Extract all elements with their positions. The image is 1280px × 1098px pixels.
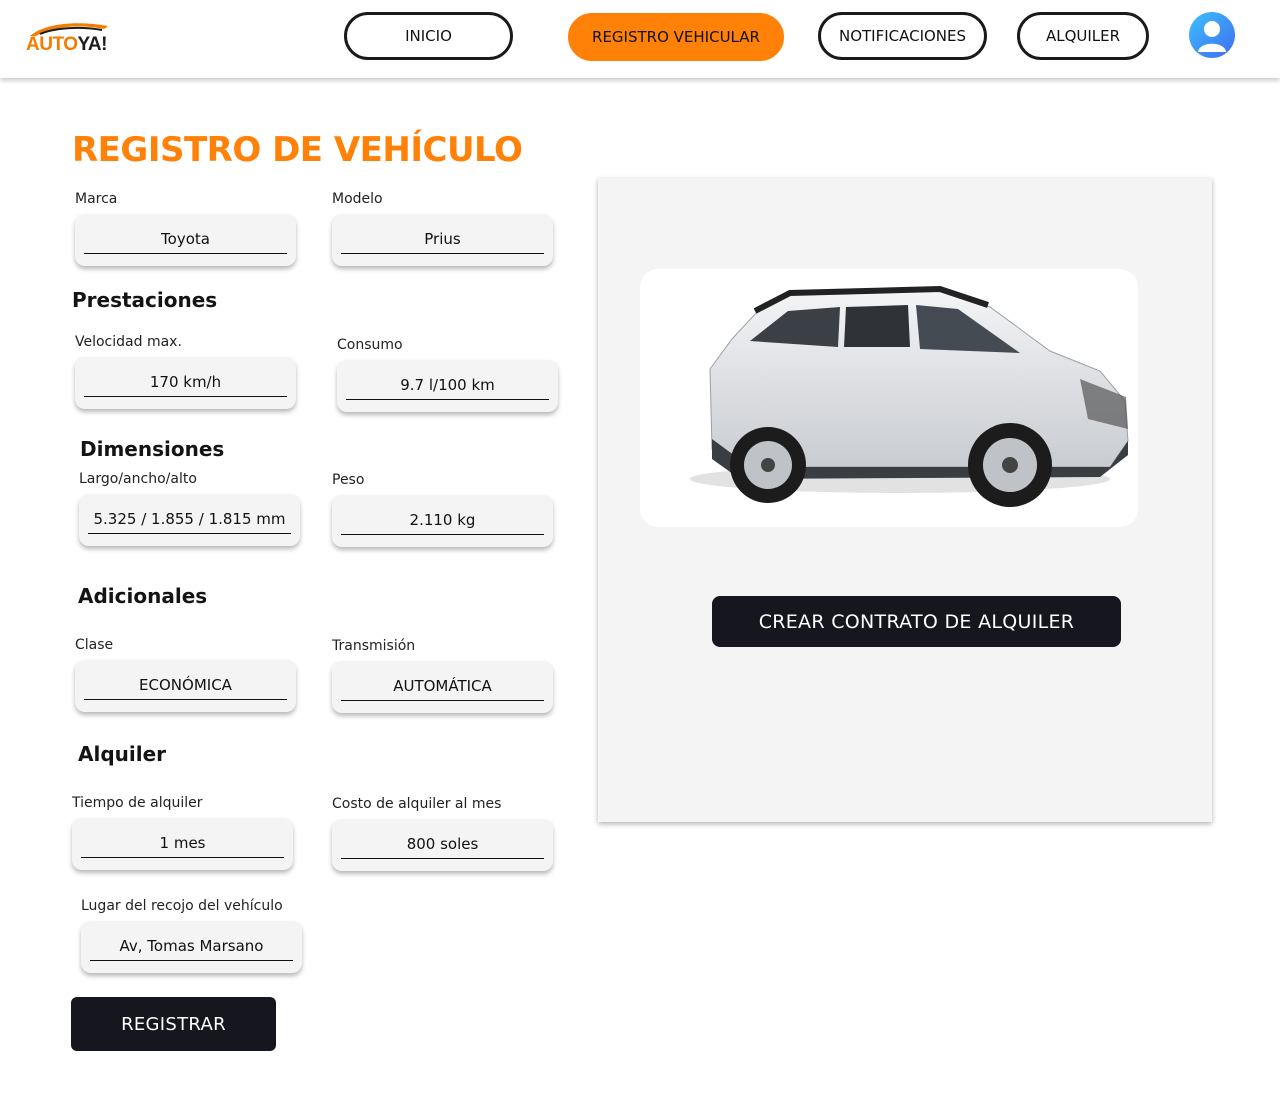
field-underline: [346, 399, 549, 400]
crear-contrato-button[interactable]: CREAR CONTRATO DE ALQUILER: [712, 596, 1121, 647]
field-underline: [341, 700, 544, 701]
largo-label: Largo/ancho/alto: [79, 471, 197, 487]
largo-field[interactable]: 5.325 / 1.855 / 1.815 mm: [79, 494, 300, 546]
transmision-select[interactable]: AUTOMÁTICA: [332, 661, 553, 713]
velocidad-label: Velocidad max.: [75, 334, 182, 350]
adicionales-heading: Adicionales: [78, 584, 208, 608]
top-navbar: AUTOYA! INICIO REGISTRO VEHICULAR NOTIFI…: [0, 0, 1280, 78]
logo-text-secondary: YA!: [77, 34, 107, 55]
modelo-field[interactable]: Prius: [332, 214, 553, 266]
vehicle-image-card: [640, 269, 1138, 527]
tiempo-field[interactable]: 1 mes: [72, 818, 293, 870]
nav-registro-vehicular-button[interactable]: REGISTRO VEHICULAR: [568, 13, 784, 61]
tiempo-label: Tiempo de alquiler: [72, 795, 203, 811]
nav-inicio-button[interactable]: INICIO: [344, 12, 513, 60]
consumo-field[interactable]: 9.7 l/100 km: [337, 360, 558, 412]
transmision-label: Transmisión: [332, 638, 416, 654]
costo-field[interactable]: 800 soles: [332, 819, 553, 871]
marca-label: Marca: [75, 191, 118, 207]
modelo-value: Prius: [424, 230, 461, 248]
velocidad-field[interactable]: 170 km/h: [75, 357, 296, 409]
logo-text-primary: AUTO: [26, 34, 78, 55]
modelo-label: Modelo: [332, 191, 383, 207]
car-photo-icon: [690, 285, 1129, 507]
nav-notificaciones-button[interactable]: NOTIFICACIONES: [818, 12, 987, 60]
consumo-value: 9.7 l/100 km: [400, 376, 495, 394]
peso-value: 2.110 kg: [409, 511, 476, 529]
tiempo-value: 1 mes: [159, 834, 206, 852]
lugar-label: Lugar del recojo del vehículo: [81, 898, 283, 914]
vehicle-preview-panel: CREAR CONTRATO DE ALQUILER: [598, 178, 1212, 822]
costo-value: 800 soles: [406, 835, 479, 853]
costo-label: Costo de alquiler al mes: [332, 796, 502, 812]
consumo-label: Consumo: [337, 337, 403, 353]
field-underline: [84, 253, 287, 254]
lugar-value: Av, Tomas Marsano: [119, 937, 264, 955]
peso-field[interactable]: 2.110 kg: [332, 495, 553, 547]
field-underline: [81, 857, 284, 858]
user-avatar-icon[interactable]: [1189, 12, 1235, 58]
clase-select[interactable]: ECONÓMICA: [75, 660, 296, 712]
velocidad-value: 170 km/h: [149, 373, 222, 391]
marca-value: Toyota: [161, 230, 210, 248]
autoya-logo[interactable]: AUTOYA!: [24, 20, 114, 60]
marca-field[interactable]: Toyota: [75, 214, 296, 266]
field-underline: [84, 699, 287, 700]
peso-label: Peso: [332, 472, 365, 488]
lugar-field[interactable]: Av, Tomas Marsano: [81, 921, 302, 973]
alquiler-heading: Alquiler: [78, 742, 167, 766]
field-underline: [88, 533, 291, 534]
largo-value: 5.325 / 1.855 / 1.815 mm: [93, 510, 286, 528]
field-underline: [341, 253, 544, 254]
registrar-button[interactable]: REGISTRAR: [71, 997, 276, 1051]
page-title: REGISTRO DE VEHÍCULO: [72, 130, 523, 170]
field-underline: [341, 858, 544, 859]
field-underline: [84, 396, 287, 397]
clase-label: Clase: [75, 637, 114, 653]
nav-alquiler-button[interactable]: ALQUILER: [1017, 12, 1149, 60]
dimensiones-heading: Dimensiones: [80, 437, 225, 461]
transmision-value: AUTOMÁTICA: [393, 677, 492, 695]
prestaciones-heading: Prestaciones: [72, 288, 218, 312]
clase-value: ECONÓMICA: [139, 676, 232, 694]
field-underline: [90, 960, 293, 961]
field-underline: [341, 534, 544, 535]
